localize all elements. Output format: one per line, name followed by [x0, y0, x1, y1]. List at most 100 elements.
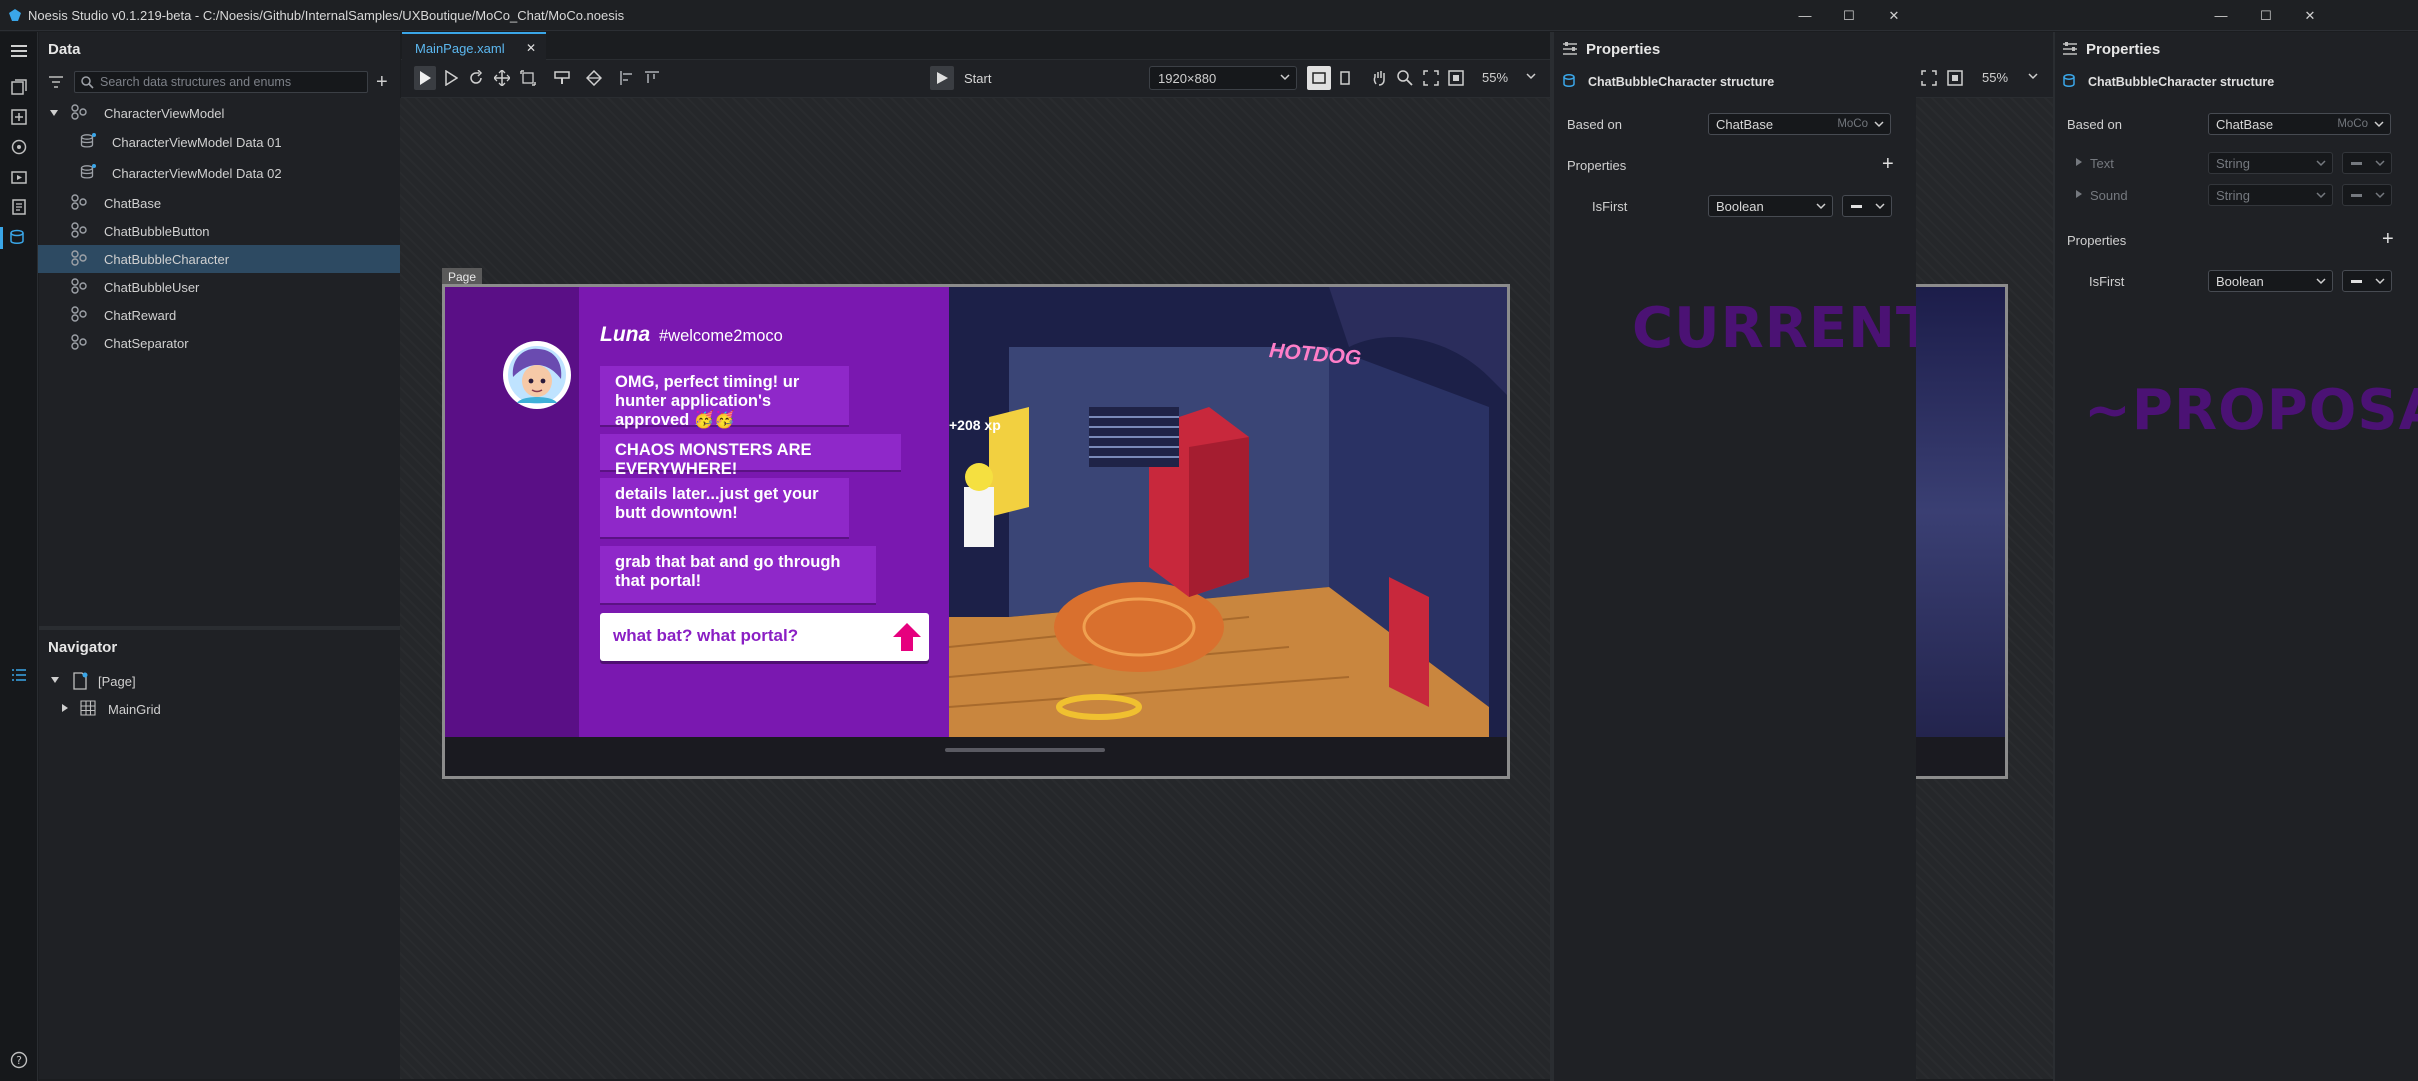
current-watermark: CURRENT — [1632, 296, 1936, 361]
add-box-icon[interactable] — [8, 106, 30, 128]
proposal-zoom-select[interactable]: 55% — [1974, 66, 2044, 90]
proposal-maximize-button[interactable]: ☐ — [2246, 4, 2286, 27]
actual-size-icon[interactable] — [1945, 68, 1965, 88]
property-default-select[interactable] — [1842, 195, 1892, 217]
tab-mainpage[interactable]: MainPage.xaml ✕ — [402, 32, 546, 60]
chevron-down-icon — [1280, 72, 1290, 82]
tree-item-chatseparator[interactable]: ChatSeparator — [38, 329, 400, 357]
property-type-value: Boolean — [1716, 199, 1764, 214]
filter-icon[interactable] — [48, 75, 64, 89]
select-tool-icon[interactable] — [414, 66, 436, 90]
tree-item-characterviewmodel-data-02[interactable]: CharacterViewModel Data 02 — [38, 159, 400, 187]
start-label[interactable]: Start — [964, 71, 991, 86]
tree-item-label: ChatBase — [104, 196, 162, 211]
scroll-indicator[interactable] — [945, 748, 1105, 752]
portrait-view-icon[interactable] — [1334, 66, 1356, 90]
based-on-select[interactable]: ChatBase MoCo — [2208, 113, 2391, 135]
zoom-select[interactable]: 55% — [1474, 66, 1542, 90]
palette-icon[interactable] — [8, 136, 30, 158]
actual-size-icon[interactable] — [1445, 66, 1467, 90]
page-preview[interactable]: Luna #welcome2moco OMG, perfect timing! … — [442, 284, 1510, 779]
properties-title: Properties — [1586, 41, 1661, 58]
structure-icon — [70, 104, 88, 122]
expand-arrow-icon[interactable] — [49, 108, 59, 118]
expand-arrow-icon[interactable] — [50, 675, 60, 685]
add-property-button[interactable]: + — [1882, 153, 1894, 176]
inherited-default-select — [2342, 184, 2392, 206]
tree-item-chatbubblecharacter[interactable]: ChatBubbleCharacter — [38, 245, 400, 273]
chevron-down-icon — [1526, 71, 1536, 81]
proposal-minimize-button[interactable]: — — [2201, 4, 2241, 27]
zoom-icon[interactable] — [1394, 66, 1416, 90]
tree-item-chatbubblebutton[interactable]: ChatBubbleButton — [38, 217, 400, 245]
tree-item-characterviewmodel[interactable]: CharacterViewModel — [38, 99, 400, 127]
tree-item-chatbase[interactable]: ChatBase — [38, 189, 400, 217]
resources-icon[interactable] — [8, 196, 30, 218]
chevron-down-icon — [1874, 119, 1884, 129]
navigator-item-maingrid[interactable]: MainGrid — [38, 695, 400, 723]
reply-text: what bat? what portal? — [613, 626, 799, 645]
move-tool-icon[interactable] — [491, 66, 513, 90]
navigator-item-page[interactable]: [Page] — [38, 667, 400, 695]
inherited-property-name: Sound — [2090, 188, 2128, 203]
property-type-select[interactable]: Boolean — [2208, 270, 2333, 292]
fit-screen-icon[interactable] — [1420, 66, 1442, 90]
fit-screen-icon[interactable] — [1919, 68, 1939, 88]
navigator-item-label: MainGrid — [108, 702, 161, 717]
paint-tool-icon[interactable] — [551, 66, 573, 90]
play-icon[interactable] — [930, 66, 954, 90]
add-data-button[interactable]: + — [376, 72, 388, 92]
property-type-select[interactable]: Boolean — [1708, 195, 1833, 217]
tree-item-characterviewmodel-data-01[interactable]: CharacterViewModel Data 01 — [38, 128, 400, 156]
tree-item-label: CharacterViewModel Data 01 — [112, 135, 282, 150]
tree-item-chatreward[interactable]: ChatReward — [38, 301, 400, 329]
minimize-button[interactable]: — — [1785, 4, 1825, 27]
pages-icon[interactable] — [8, 76, 30, 98]
data-icon[interactable] — [8, 226, 30, 248]
inherited-default-select — [2342, 152, 2392, 174]
based-on-value: ChatBase — [1716, 117, 1774, 132]
chat-bubble: grab that bat and go through that portal… — [600, 546, 876, 603]
collapse-arrow-icon[interactable] — [60, 703, 70, 713]
dash-icon — [2351, 194, 2362, 197]
reply-button[interactable]: what bat? what portal? — [600, 613, 929, 661]
proposal-close-button[interactable]: ✕ — [2290, 4, 2330, 27]
proposal-page-preview — [1916, 284, 2008, 779]
fill-tool-icon[interactable] — [583, 66, 605, 90]
active-rail-indicator — [0, 227, 3, 249]
expand-arrow-icon[interactable] — [2075, 190, 2083, 198]
close-button[interactable]: ✕ — [1874, 4, 1914, 27]
based-on-label: Based on — [1567, 117, 1622, 132]
tree-item-label: CharacterViewModel — [104, 106, 225, 121]
tree-item-chatbubbleuser[interactable]: ChatBubbleUser — [38, 273, 400, 301]
expand-arrow-icon[interactable] — [2075, 158, 2083, 166]
luna-avatar-icon — [508, 346, 566, 404]
tab-close-button[interactable]: ✕ — [526, 41, 536, 55]
navigator-rail-icon[interactable] — [8, 664, 30, 686]
activity-rail: ? — [0, 32, 38, 1081]
direct-select-icon[interactable] — [440, 66, 462, 90]
maximize-button[interactable]: ☐ — [1829, 4, 1869, 27]
media-icon[interactable] — [8, 166, 30, 188]
chevron-down-icon — [2028, 71, 2038, 81]
help-icon[interactable]: ? — [8, 1049, 30, 1071]
pan-hand-icon[interactable] — [1369, 66, 1391, 90]
add-property-button[interactable]: + — [2382, 228, 2394, 251]
chevron-down-icon — [1816, 201, 1826, 211]
tree-item-label: ChatSeparator — [104, 336, 189, 351]
align-top-icon[interactable] — [641, 66, 663, 90]
property-default-select[interactable] — [2342, 270, 2392, 292]
landscape-view-icon[interactable] — [1307, 66, 1331, 90]
rotate-tool-icon[interactable] — [465, 66, 487, 90]
based-on-label: Based on — [2067, 117, 2122, 132]
inherited-property-name: Text — [2090, 156, 2114, 171]
hamburger-menu-icon[interactable] — [8, 40, 30, 62]
align-left-icon[interactable] — [616, 66, 638, 90]
based-on-select[interactable]: ChatBase MoCo — [1708, 113, 1891, 135]
resolution-value: 1920×880 — [1158, 71, 1217, 86]
resize-tool-icon[interactable] — [517, 66, 539, 90]
data-search-input[interactable]: Search data structures and enums — [74, 71, 368, 93]
page-node-icon — [72, 672, 90, 690]
properties-section-label: Properties — [2067, 233, 2127, 248]
resolution-select[interactable]: 1920×880 — [1149, 66, 1297, 90]
